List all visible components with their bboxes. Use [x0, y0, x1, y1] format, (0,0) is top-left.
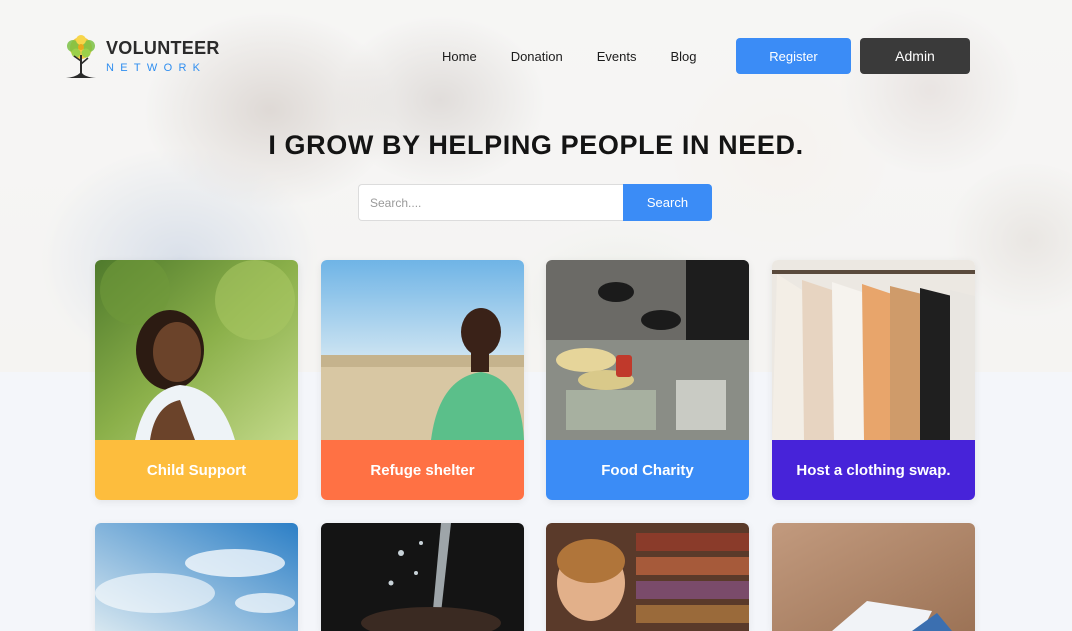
- register-button[interactable]: Register: [736, 38, 851, 74]
- nav-blog[interactable]: Blog: [668, 48, 698, 66]
- main-nav: Home Donation Events Blog: [440, 48, 729, 66]
- card-food-charity[interactable]: Food Charity: [546, 260, 749, 500]
- admin-button[interactable]: Admin: [860, 38, 970, 74]
- tree-logo-icon: [66, 35, 96, 78]
- boy-in-field-photo: [321, 260, 524, 440]
- card-child-support[interactable]: Child Support: [95, 260, 298, 500]
- brand-logo[interactable]: VOLUNTEER NETWORK: [60, 33, 230, 81]
- reading-book-photo: [772, 523, 975, 631]
- card-title: Food Charity: [546, 440, 749, 500]
- card-item[interactable]: [546, 523, 749, 631]
- nav-events[interactable]: Events: [595, 48, 639, 66]
- card-title: Child Support: [95, 440, 298, 500]
- card-item[interactable]: [321, 523, 524, 631]
- water-hands-photo: [321, 523, 524, 631]
- card-refuge-shelter[interactable]: Refuge shelter: [321, 260, 524, 500]
- clothing-rack-photo: [772, 260, 975, 440]
- search-bar: Search: [358, 184, 712, 221]
- brand-name: VOLUNTEER: [106, 38, 220, 58]
- nav-home[interactable]: Home: [440, 48, 479, 66]
- card-item[interactable]: [772, 523, 975, 631]
- search-button[interactable]: Search: [623, 184, 712, 221]
- nav-donation[interactable]: Donation: [509, 48, 565, 66]
- blue-sky-clouds-photo: [95, 523, 298, 631]
- child-library-photo: [546, 523, 749, 631]
- card-clothing-swap[interactable]: Host a clothing swap.: [772, 260, 975, 500]
- card-title: Host a clothing swap.: [772, 440, 975, 500]
- food-distribution-photo: [546, 260, 749, 440]
- brand-tagline: NETWORK: [106, 62, 207, 74]
- girl-smiling-photo: [95, 260, 298, 440]
- search-input[interactable]: [358, 184, 623, 221]
- hero-headline: I GROW BY HELPING PEOPLE IN NEED.: [268, 130, 804, 160]
- card-item[interactable]: [95, 523, 298, 631]
- card-title: Refuge shelter: [321, 440, 524, 500]
